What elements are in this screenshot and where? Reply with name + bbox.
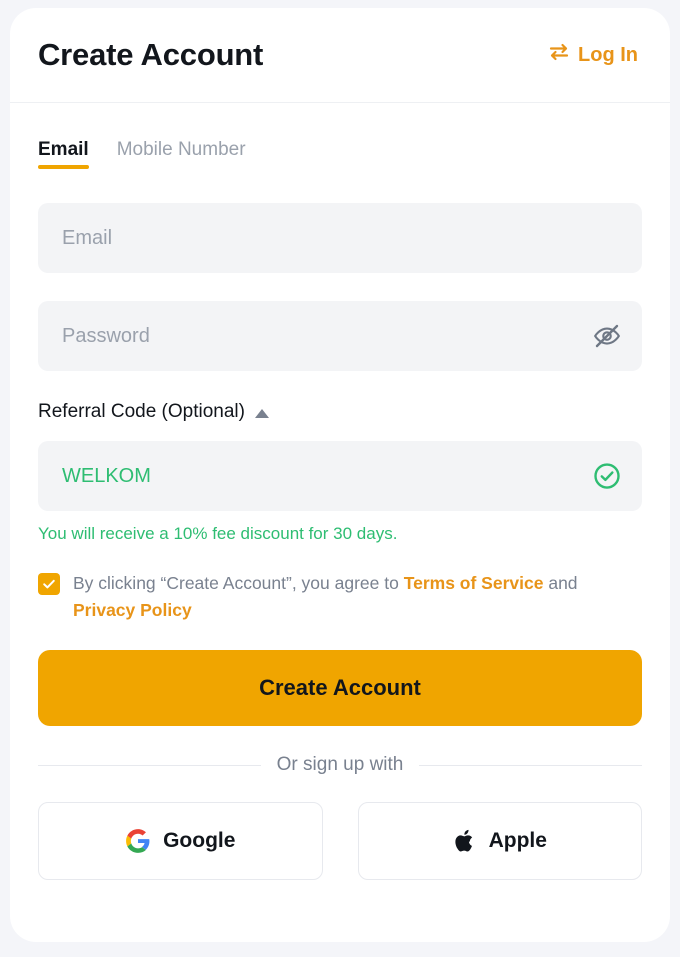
email-input[interactable] xyxy=(38,203,642,273)
tab-mobile-number[interactable]: Mobile Number xyxy=(117,139,246,169)
terms-text-middle: and xyxy=(543,573,578,593)
referral-helper-text: You will receive a 10% fee discount for … xyxy=(38,524,398,543)
referral-code-input[interactable] xyxy=(38,441,642,511)
page-title: Create Account xyxy=(38,37,264,72)
eye-off-icon[interactable] xyxy=(592,321,622,351)
signup-card: Create Account Log In Email Mobile Numbe… xyxy=(10,8,670,942)
referral-label: Referral Code (Optional) xyxy=(38,401,245,422)
tab-email[interactable]: Email xyxy=(38,139,89,169)
divider-line-left xyxy=(38,764,261,766)
privacy-policy-link[interactable]: Privacy Policy xyxy=(73,600,192,620)
caret-up-icon xyxy=(254,408,269,418)
auth-method-tabs: Email Mobile Number xyxy=(38,103,642,169)
terms-agreement-row: By clicking “Create Account”, you agree … xyxy=(38,570,642,624)
create-account-button[interactable]: Create Account xyxy=(38,650,642,726)
card-header: Create Account Log In xyxy=(10,8,670,103)
referral-toggle[interactable]: Referral Code (Optional) xyxy=(38,401,269,423)
google-signup-button[interactable]: Google xyxy=(38,802,323,880)
apple-signup-button[interactable]: Apple xyxy=(357,802,642,880)
terms-checkbox[interactable] xyxy=(38,573,60,595)
social-login-row: Google Apple xyxy=(38,802,642,880)
password-input[interactable] xyxy=(38,301,642,371)
apple-signup-label: Apple xyxy=(488,829,547,852)
terms-text: By clicking “Create Account”, you agree … xyxy=(73,570,642,624)
password-field-wrapper xyxy=(38,301,642,371)
email-field-wrapper xyxy=(38,203,642,273)
divider-line-right xyxy=(419,764,643,766)
apple-icon xyxy=(453,828,477,854)
google-icon xyxy=(125,828,151,854)
terms-of-service-link[interactable]: Terms of Service xyxy=(404,573,544,593)
google-signup-label: Google xyxy=(163,829,236,852)
check-circle-icon xyxy=(592,461,622,491)
divider-label: Or sign up with xyxy=(276,754,404,775)
login-link-label: Log In xyxy=(578,43,638,66)
swap-icon xyxy=(548,42,570,68)
card-body: Email Mobile Number Referral Code (Optio… xyxy=(10,103,670,880)
signup-divider: Or sign up with xyxy=(38,754,643,776)
referral-field-wrapper xyxy=(38,441,642,511)
login-link[interactable]: Log In xyxy=(548,42,642,68)
terms-text-prefix: By clicking “Create Account”, you agree … xyxy=(73,573,404,593)
